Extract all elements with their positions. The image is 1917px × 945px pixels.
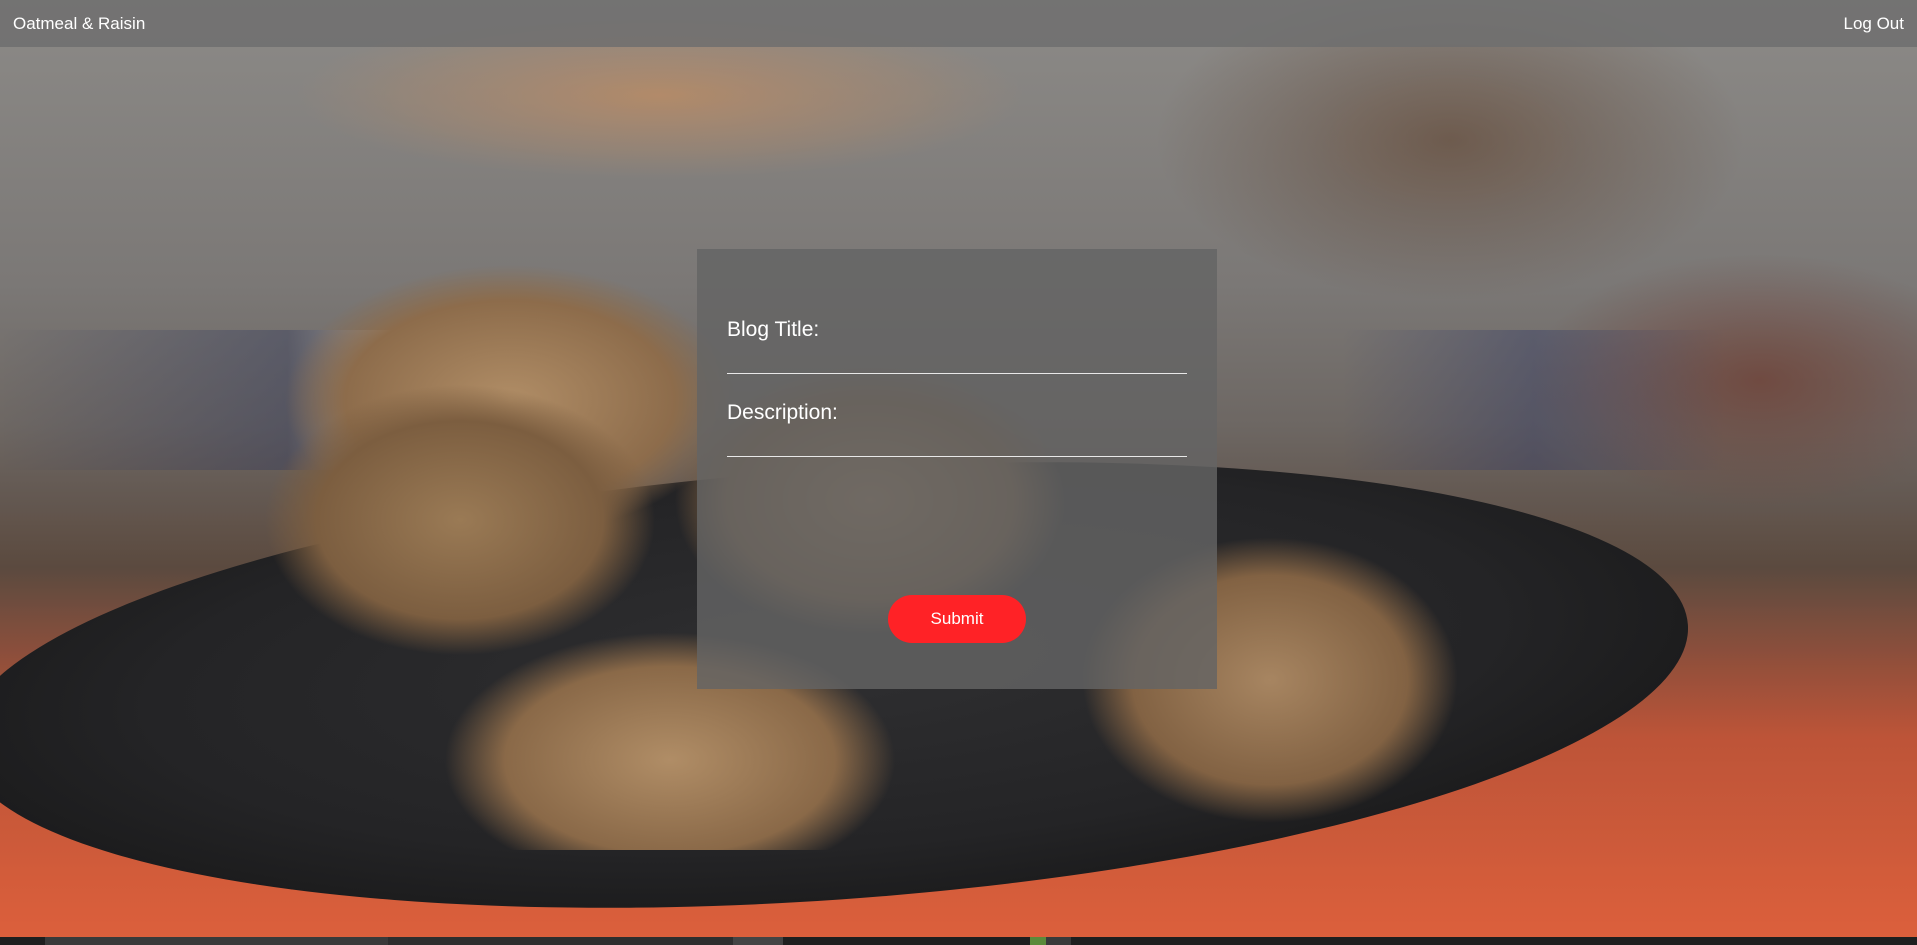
description-field: Description: <box>727 400 1187 457</box>
taskbar-item[interactable] <box>1046 937 1071 945</box>
blog-form: Blog Title: Description: Submit <box>697 249 1217 689</box>
logout-link[interactable]: Log Out <box>1844 14 1905 34</box>
taskbar-item[interactable] <box>733 937 783 945</box>
description-label: Description: <box>727 401 838 424</box>
submit-button[interactable]: Submit <box>888 595 1026 643</box>
taskbar-item[interactable] <box>1030 937 1046 945</box>
page: Oatmeal & Raisin Log Out Blog Title: Des… <box>0 0 1917 945</box>
blog-title-label: Blog Title: <box>727 318 820 341</box>
taskbar <box>0 937 1917 945</box>
top-navbar: Oatmeal & Raisin Log Out <box>0 0 1917 47</box>
taskbar-item[interactable] <box>45 937 388 945</box>
description-input[interactable] <box>727 432 1187 457</box>
brand-link[interactable]: Oatmeal & Raisin <box>13 14 145 34</box>
blog-title-field: Blog Title: <box>727 317 1187 374</box>
taskbar-item[interactable] <box>388 937 733 945</box>
blog-title-input[interactable] <box>727 349 1187 374</box>
